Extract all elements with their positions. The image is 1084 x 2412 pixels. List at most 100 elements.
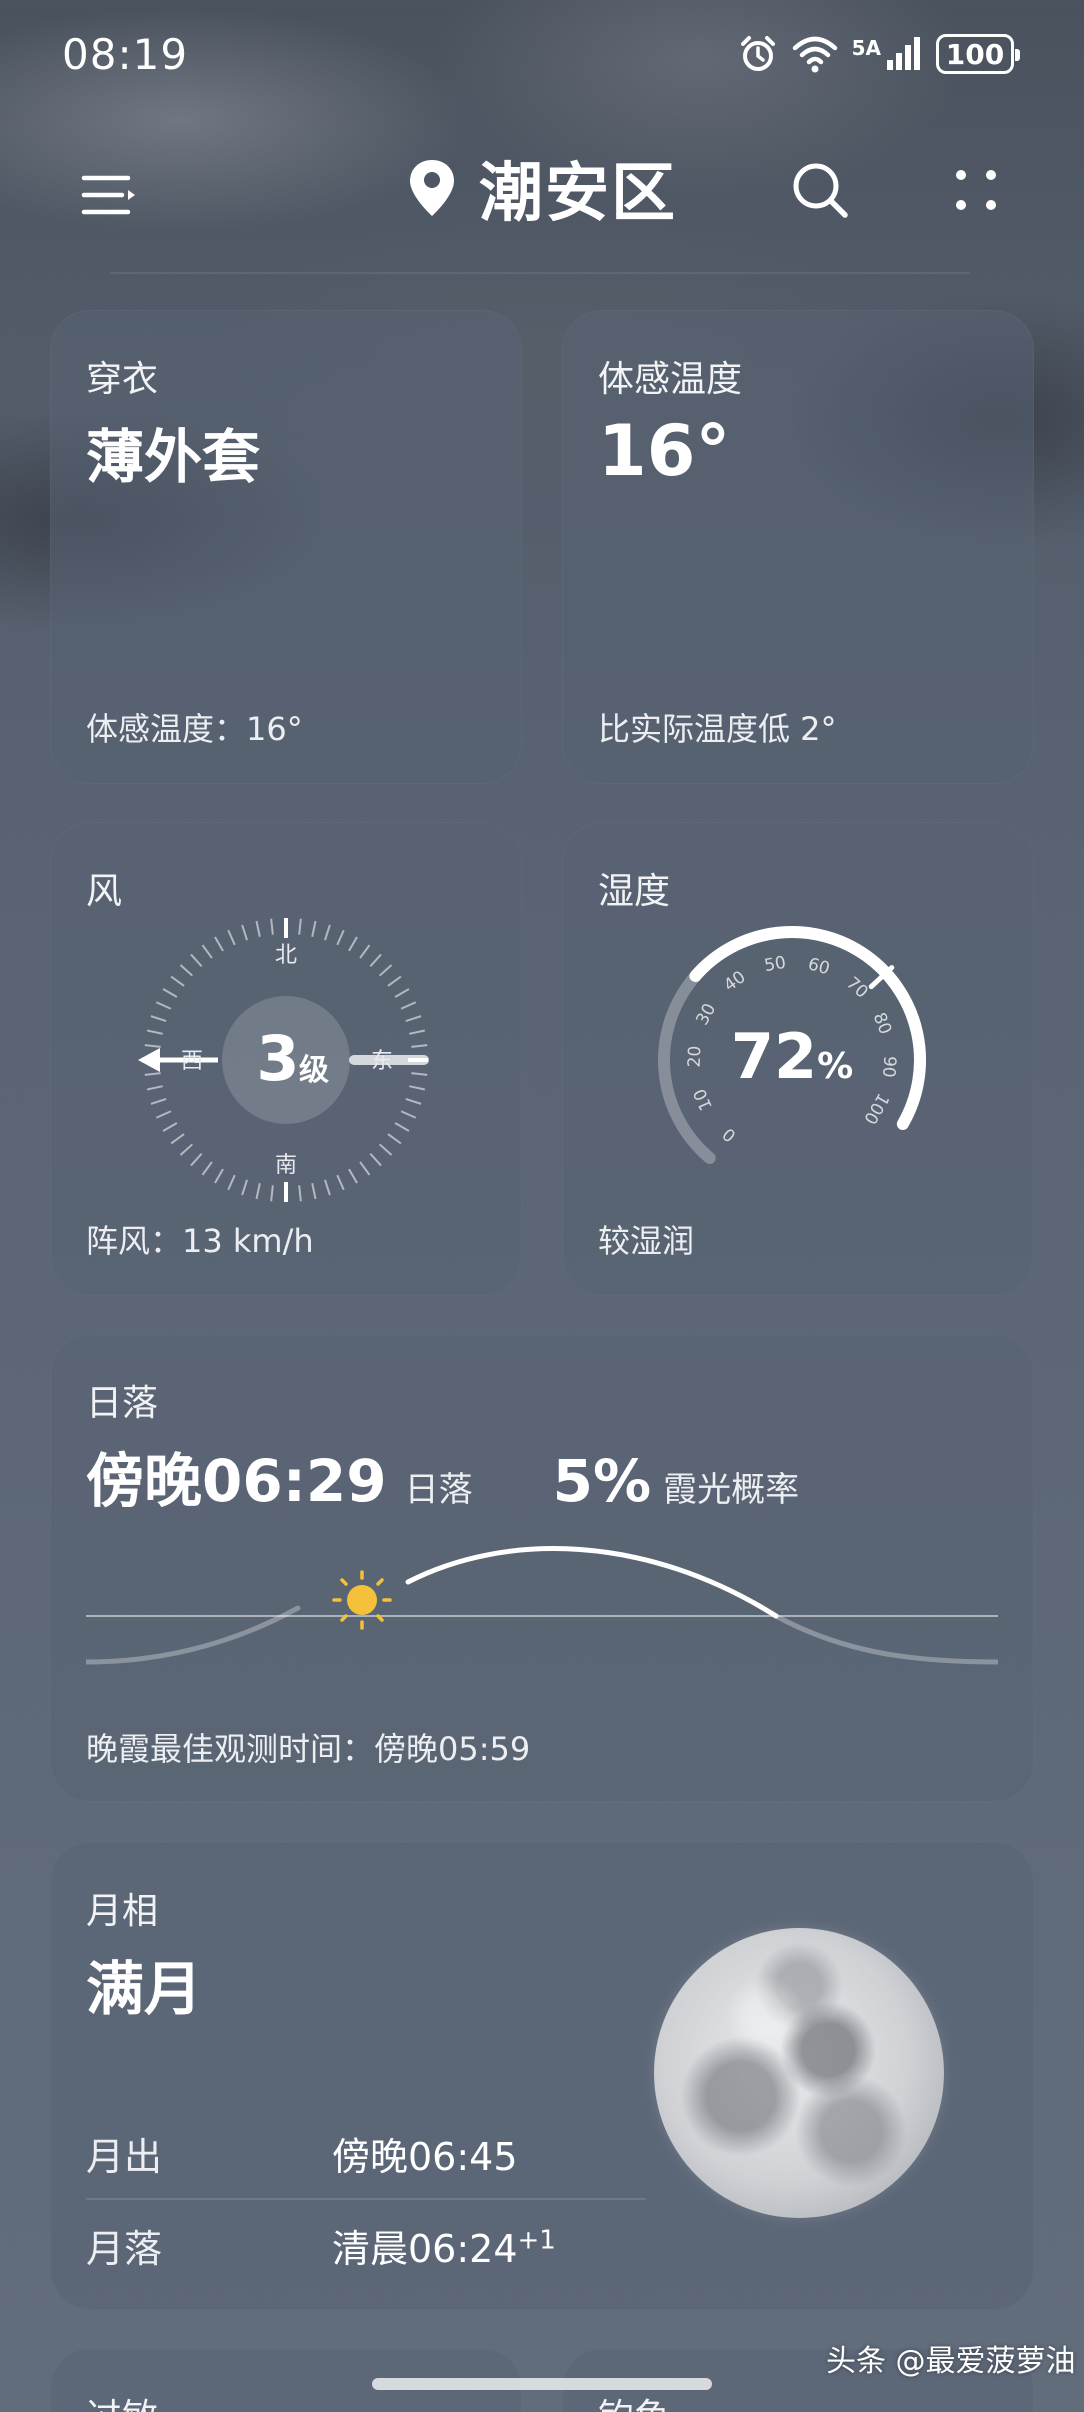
wind-level-unit: 级	[299, 1053, 329, 1088]
fishing-title: 钓鱼	[598, 2388, 670, 2412]
compass-tick	[155, 1110, 172, 1119]
compass-tick	[409, 1029, 426, 1035]
compass-tick	[298, 1185, 302, 1202]
compass-tick	[150, 1097, 167, 1105]
compass-tick	[146, 1029, 163, 1035]
sun-icon	[332, 1570, 392, 1630]
humidity-scale-label: 70	[842, 973, 871, 1002]
moon-row-divider	[86, 2198, 646, 2200]
compass-tick	[270, 1185, 274, 1202]
compass-tick	[298, 918, 302, 935]
compass-tick	[323, 1179, 331, 1196]
compass-tick	[411, 1072, 428, 1076]
sun-path-chart	[86, 1546, 998, 1665]
compass-east: 东	[371, 1049, 393, 1074]
compass-tick	[311, 1183, 317, 1200]
sunset-time: 傍晚06:29	[86, 1447, 387, 1515]
compass-tick	[394, 1122, 410, 1132]
compass-tick	[170, 1133, 185, 1145]
humidity-value: 72%	[731, 1020, 853, 1093]
sunset-card[interactable]: 日落 傍晚06:29 日落 5% 霞光概率 晚霞最佳观测时间：傍晚05:59	[50, 1334, 1034, 1802]
clothing-card[interactable]: 穿衣 薄外套 体感温度：16°	[50, 310, 522, 784]
wind-level-number: 3	[256, 1022, 299, 1095]
home-indicator[interactable]	[372, 2378, 712, 2390]
more-dots-icon	[956, 170, 996, 210]
compass-tick	[387, 975, 402, 987]
watermark: 头条 @最爱菠萝油	[826, 2344, 1076, 2379]
compass-south: 南	[275, 1153, 297, 1178]
humidity-scale-label: 30	[692, 1000, 720, 1028]
moon-phase: 满月	[86, 1955, 203, 2023]
battery-level: 100	[945, 37, 1005, 71]
more-options-button[interactable]	[936, 150, 1016, 230]
compass-tick	[394, 988, 410, 998]
compass-tick	[190, 1152, 203, 1167]
humidity-scale-label: 40	[720, 967, 749, 996]
humidity-scale-label: 20	[685, 1045, 706, 1067]
afterglow-probability: 5%	[552, 1447, 652, 1515]
sunset-title: 日落	[86, 1383, 159, 1424]
compass-tick	[227, 1174, 236, 1191]
humidity-scale-label: 10	[690, 1086, 717, 1114]
humidity-scale-label: 100	[859, 1089, 893, 1127]
compass-north: 北	[275, 943, 297, 968]
compass-tick	[311, 920, 317, 937]
compass-tick	[348, 1168, 358, 1184]
clothing-title: 穿衣	[86, 359, 159, 400]
city-name: 潮安区	[479, 157, 677, 231]
search-icon	[793, 163, 848, 218]
compass-tick	[378, 1143, 393, 1156]
moonrise-time: 傍晚06:45	[332, 2135, 518, 2179]
humidity-scale-label: 60	[806, 954, 832, 979]
wind-card[interactable]: 风 北 南 东 西 3 级 阵风：13 km/h	[50, 822, 522, 1296]
signal-icon: 5A	[852, 36, 922, 72]
compass-tick	[359, 944, 371, 959]
humidity-title: 湿度	[598, 871, 671, 912]
compass-tick	[336, 1174, 345, 1191]
alarm-icon	[740, 36, 775, 71]
compass-tick	[190, 953, 203, 968]
compass-tick	[179, 964, 194, 977]
compass-tick	[255, 920, 261, 937]
moonrise-label: 月出	[86, 2135, 163, 2179]
status-bar: 08:19 5A 100	[0, 0, 1084, 110]
compass-tick	[323, 924, 331, 941]
full-moon-image	[654, 1928, 944, 2218]
compass-tick	[241, 1179, 249, 1196]
compass-tick	[255, 1183, 261, 1200]
compass-tick	[170, 975, 185, 987]
compass-tick	[359, 1161, 371, 1176]
compass-tick	[214, 1168, 224, 1184]
compass-tick	[144, 1044, 161, 1048]
sun-path-night	[773, 1613, 998, 1665]
compass-tick	[201, 1161, 213, 1176]
compass-tick	[400, 1001, 417, 1010]
sunset-time-label: 日落	[404, 1470, 473, 1510]
compass-west: 西	[181, 1049, 203, 1074]
compass-tick	[162, 1122, 178, 1132]
wifi-icon	[792, 36, 837, 73]
compass-tick	[179, 1143, 194, 1156]
humidity-card[interactable]: 湿度 0 10 20 30 40 50 60 70 80 90 100 72% 较湿润	[562, 822, 1034, 1296]
compass-tick	[270, 918, 274, 935]
humidity-scale-label: 80	[869, 1010, 896, 1038]
compass-tick	[214, 936, 224, 952]
compass-tick	[411, 1044, 428, 1048]
compass-tick	[378, 964, 393, 977]
compass-tick	[146, 1085, 163, 1091]
compass-tick	[144, 1072, 161, 1076]
wind-title: 风	[86, 871, 123, 912]
location-title[interactable]: 潮安区	[0, 142, 1084, 234]
humidity-scale-label: 50	[763, 953, 788, 976]
compass-tick	[155, 1001, 172, 1010]
compass-tick	[405, 1015, 422, 1023]
clothing-footer: 体感温度：16°	[86, 710, 303, 748]
search-button[interactable]	[780, 150, 860, 230]
moon-phase-card[interactable]: 月相 满月 月出 傍晚06:45 月落 清晨06:24+1	[50, 1842, 1034, 2310]
humidity-description: 较湿润	[598, 1222, 695, 1260]
compass-tick	[150, 1015, 167, 1023]
feels-like-card[interactable]: 体感温度 16° 比实际温度低 2°	[562, 310, 1034, 784]
allergy-title: 过敏	[86, 2388, 158, 2412]
compass-tick	[400, 1110, 417, 1119]
battery-icon: 100	[936, 34, 1020, 74]
